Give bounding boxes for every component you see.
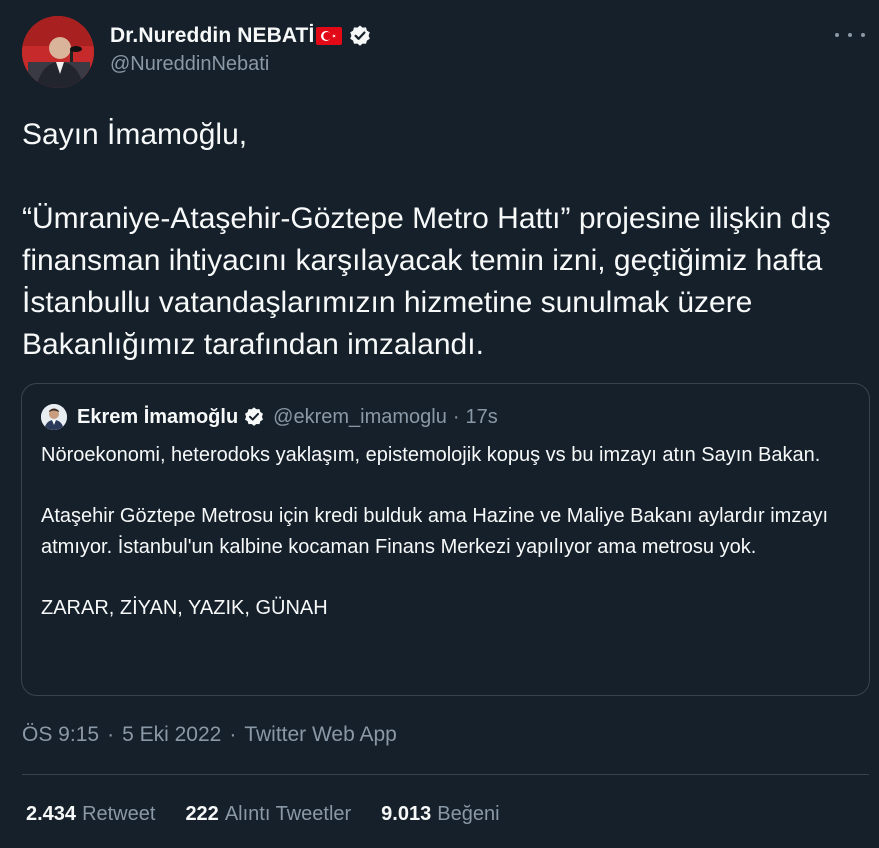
quoted-author-avatar[interactable]	[41, 404, 67, 430]
author-avatar[interactable]	[22, 16, 94, 88]
more-horizontal-icon	[848, 33, 852, 37]
quoted-tweet-text: Nöroekonomi, heterodoks yaklaşım, episte…	[41, 440, 853, 623]
quoted-tweet-header: Ekrem İmamoğlu @ekrem_imamoglu · 17s	[41, 404, 498, 430]
tweet-meta: ÖS 9:15 · 5 Eki 2022 · Twitter Web App	[22, 723, 397, 747]
quoted-author-handle: @ekrem_imamoglu	[273, 405, 447, 428]
quoted-tweet-card[interactable]: Ekrem İmamoğlu @ekrem_imamoglu · 17s Nör…	[21, 383, 870, 696]
quoted-paragraph-gap	[41, 471, 853, 502]
tweet-text: Sayın İmamoğlu, “Ümraniye-Ataşehir-Gözte…	[22, 114, 867, 366]
separator-dot: ·	[107, 723, 115, 746]
quoted-paragraph: ZARAR, ZİYAN, YAZIK, GÜNAH	[41, 596, 328, 619]
tweet-date[interactable]: 5 Eki 2022	[122, 723, 221, 747]
likes-stat[interactable]: 9.013 Beğeni	[381, 803, 499, 826]
author-handle[interactable]: @NureddinNebati	[110, 53, 269, 76]
verified-badge-icon	[243, 406, 265, 428]
separator-dot: ·	[452, 405, 460, 428]
author-name-row[interactable]: Dr.Nureddin NEBATİ	[110, 23, 372, 49]
retweets-label: Retweet	[82, 803, 156, 825]
likes-count: 9.013	[381, 803, 432, 825]
more-horizontal-icon	[861, 33, 865, 37]
tweet-time[interactable]: ÖS 9:15	[22, 723, 99, 747]
separator-dot: ·	[229, 723, 237, 746]
more-options-button[interactable]	[835, 24, 865, 46]
tweet-text-line: “Ümraniye-Ataşehir-Göztepe Metro Hattı” …	[22, 202, 831, 361]
verified-badge-icon	[348, 24, 372, 48]
quoted-tweet-time: 17s	[465, 405, 498, 428]
tweet-stats: 2.434 Retweet 222 Alıntı Tweetler 9.013 …	[26, 803, 530, 826]
more-horizontal-icon	[835, 33, 839, 37]
likes-label: Beğeni	[437, 803, 500, 825]
quoted-paragraph-gap	[41, 562, 853, 593]
turkey-flag-icon	[316, 27, 343, 45]
quoted-paragraph: Ataşehir Göztepe Metrosu için kredi buld…	[41, 505, 829, 558]
quoted-paragraph: Nöroekonomi, heterodoks yaklaşım, episte…	[41, 444, 821, 466]
tweet-text-line: Sayın İmamoğlu,	[22, 118, 248, 151]
tweet-source-link[interactable]: Twitter Web App	[244, 723, 397, 747]
quoted-author-name: Ekrem İmamoğlu	[77, 405, 239, 428]
tweet-page: Dr.Nureddin NEBATİ @NureddinNebati Sayın…	[0, 0, 879, 848]
divider	[22, 774, 869, 775]
tweet-text-gap	[22, 156, 867, 198]
retweets-count: 2.434	[26, 803, 77, 825]
author-display-name[interactable]: Dr.Nureddin NEBATİ	[110, 24, 314, 48]
quote-tweets-count: 222	[185, 803, 219, 825]
quote-tweets-label: Alıntı Tweetler	[224, 803, 352, 825]
quote-tweets-stat[interactable]: 222 Alıntı Tweetler	[185, 803, 351, 826]
retweets-stat[interactable]: 2.434 Retweet	[26, 803, 155, 826]
